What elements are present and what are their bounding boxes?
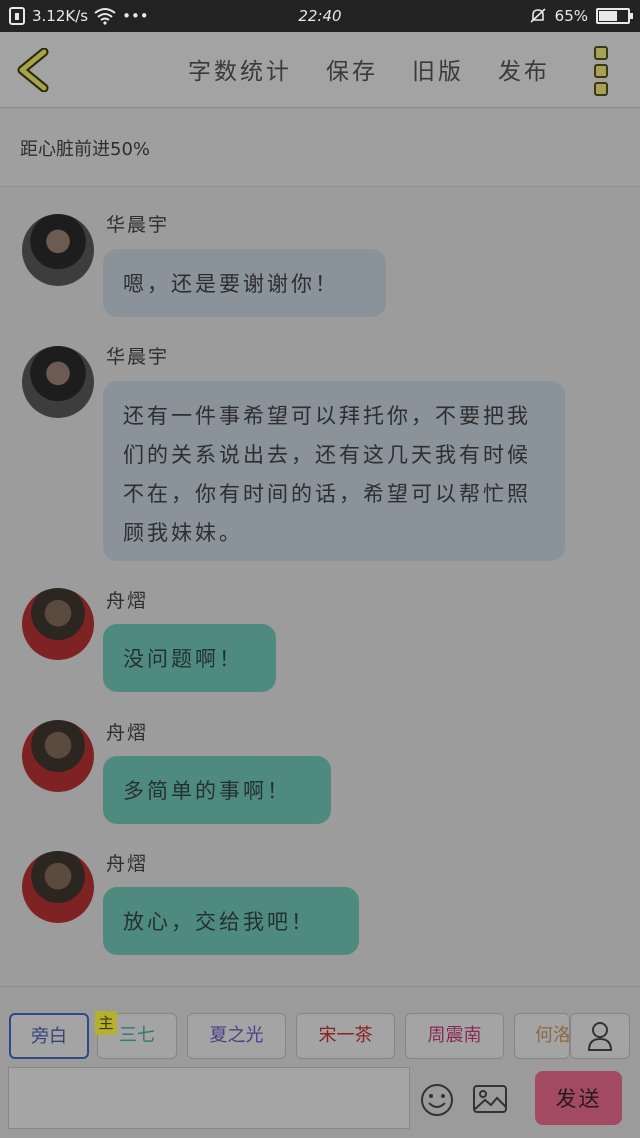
avatar[interactable] bbox=[22, 588, 94, 660]
menu-dot bbox=[594, 64, 608, 78]
character-chip[interactable]: 周震南 bbox=[405, 1013, 504, 1059]
sim-icon bbox=[9, 7, 25, 25]
publish-button[interactable]: 发布 bbox=[498, 52, 550, 86]
status-bar: 3.12K/s ••• 22:40 65% bbox=[0, 0, 640, 32]
message-bubble[interactable]: 嗯，还是要谢谢你！ bbox=[103, 249, 386, 317]
message-bubble[interactable]: 没问题啊！ bbox=[103, 624, 276, 692]
save-button[interactable]: 保存 bbox=[326, 52, 378, 86]
image-icon[interactable] bbox=[472, 1083, 508, 1115]
avatar[interactable] bbox=[22, 346, 94, 418]
message-bubble[interactable]: 还有一件事希望可以拜托你，不要把我们的关系说出去，还有这几天我有时候不在，你有时… bbox=[103, 381, 565, 561]
net-speed: 3.12K/s bbox=[32, 7, 89, 25]
more-indicator: ••• bbox=[122, 7, 149, 25]
chapter-title: 距心脏前进50% bbox=[20, 139, 151, 160]
person-icon bbox=[587, 1022, 613, 1051]
top-toolbar: 字数统计 保存 旧版 发布 bbox=[0, 32, 640, 108]
wifi-icon bbox=[94, 8, 116, 25]
send-button[interactable]: 发送 bbox=[535, 1071, 622, 1125]
message-bubble[interactable]: 多简单的事啊！ bbox=[103, 756, 331, 824]
character-chip[interactable]: 宋一茶 bbox=[296, 1013, 395, 1059]
character-chip[interactable]: 夏之光 bbox=[187, 1013, 286, 1059]
speaker-name: 华晨宇 bbox=[106, 214, 170, 236]
battery-percent: 65% bbox=[554, 7, 588, 25]
add-character-button[interactable] bbox=[570, 1013, 630, 1059]
battery-icon bbox=[596, 8, 633, 24]
menu-dot bbox=[594, 82, 608, 96]
message-input[interactable] bbox=[8, 1067, 410, 1129]
composer-panel: 旁白 三七 主 夏之光 宋一茶 周震南 何洛 发送 bbox=[0, 986, 640, 1138]
chapter-title-row[interactable]: 距心脏前进50% bbox=[0, 109, 640, 187]
speaker-name: 舟熠 bbox=[106, 722, 149, 744]
word-count-button[interactable]: 字数统计 bbox=[188, 52, 292, 86]
avatar[interactable] bbox=[22, 214, 94, 286]
speaker-name: 华晨宇 bbox=[106, 346, 170, 368]
back-arrow-icon[interactable] bbox=[14, 48, 54, 92]
battery-fill bbox=[599, 11, 617, 21]
main-character-badge: 主 bbox=[95, 1011, 117, 1035]
character-chip[interactable]: 旁白 bbox=[9, 1013, 89, 1059]
avatar[interactable] bbox=[22, 720, 94, 792]
speaker-name: 舟熠 bbox=[106, 853, 149, 875]
old-version-button[interactable]: 旧版 bbox=[412, 52, 464, 86]
bell-muted-icon bbox=[530, 8, 546, 23]
emoji-icon[interactable] bbox=[420, 1083, 454, 1117]
avatar[interactable] bbox=[22, 851, 94, 923]
more-menu-icon[interactable] bbox=[594, 46, 614, 96]
message-bubble[interactable]: 放心，交给我吧！ bbox=[103, 887, 359, 955]
menu-dot bbox=[594, 46, 608, 60]
character-chip[interactable]: 何洛 bbox=[514, 1013, 570, 1059]
speaker-name: 舟熠 bbox=[106, 590, 149, 612]
